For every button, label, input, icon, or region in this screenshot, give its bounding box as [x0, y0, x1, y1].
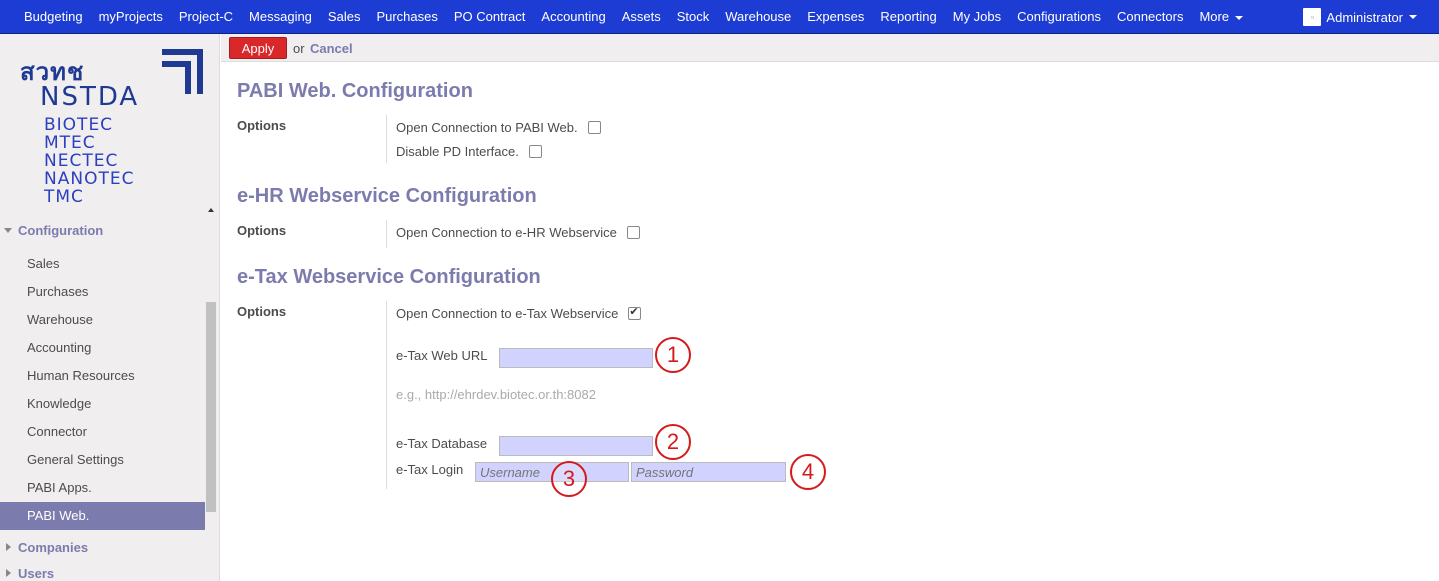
- caret-right-icon: [6, 569, 11, 577]
- topmenu-reporting[interactable]: Reporting: [872, 0, 944, 34]
- topmenu-purchases[interactable]: Purchases: [368, 0, 445, 34]
- logo-name: NSTDA: [40, 82, 140, 112]
- etax-section-title: e-Tax Webservice Configuration: [237, 266, 541, 288]
- topmenu-expenses[interactable]: Expenses: [799, 0, 872, 34]
- cancel-link[interactable]: Cancel: [310, 41, 353, 56]
- topmenu-myprojects[interactable]: myProjects: [91, 0, 171, 34]
- pabi-open-connection-label: Open Connection to PABI Web.: [396, 120, 578, 135]
- etax-open-connection-label: Open Connection to e-Tax Webservice: [396, 306, 619, 321]
- sidebar-section-users[interactable]: Users: [0, 566, 205, 581]
- etax-database-input[interactable]: [499, 436, 653, 456]
- company-logo: สวทช NSTDA BIOTEC MTEC NECTEC NANOTEC TM…: [18, 46, 203, 206]
- pabi-open-connection-checkbox[interactable]: [587, 121, 601, 134]
- topmenu-more-label: More: [1199, 9, 1230, 24]
- sidebar-item-pabi-apps[interactable]: PABI Apps.: [0, 474, 205, 502]
- sidebar-item-accounting[interactable]: Accounting: [0, 334, 205, 362]
- topmenu-connectors[interactable]: Connectors: [1109, 0, 1191, 34]
- etax-url-hint: e.g., http://ehrdev.biotec.or.th:8082: [396, 387, 596, 402]
- sidebar-item-connector[interactable]: Connector: [0, 418, 205, 446]
- sidebar-item-warehouse[interactable]: Warehouse: [0, 306, 205, 334]
- avatar: ▫: [1303, 8, 1322, 26]
- topmenu-accounting[interactable]: Accounting: [533, 0, 613, 34]
- sidebar-section-label: Users: [18, 566, 55, 581]
- pabi-divider: [386, 115, 387, 163]
- topmenu-my-jobs[interactable]: My Jobs: [945, 0, 1009, 34]
- etax-url-label: e-Tax Web URL: [396, 348, 488, 363]
- etax-options-label: Options: [237, 304, 287, 319]
- etax-divider: [386, 301, 387, 489]
- logo-sub-biotec: BIOTEC: [44, 115, 114, 135]
- ehr-option-open-connection: Open Connection to e-HR Webservice: [396, 225, 640, 240]
- sidebar-item-knowledge[interactable]: Knowledge: [0, 390, 205, 418]
- etax-password-input[interactable]: [631, 462, 786, 482]
- logo-subsidiaries: BIOTEC MTEC NECTEC NANOTEC TMC: [44, 116, 134, 206]
- form-toolbar: Apply or Cancel: [221, 34, 1439, 62]
- annotation-marker-3: 3: [551, 461, 587, 497]
- etax-open-connection-checkbox[interactable]: [628, 305, 642, 320]
- sidebar-item-pabi-web[interactable]: PABI Web.: [0, 502, 205, 530]
- etax-database-label: e-Tax Database: [396, 436, 488, 451]
- user-menu[interactable]: ▫ Administrator: [1303, 0, 1417, 34]
- sidebar: สวทช NSTDA BIOTEC MTEC NECTEC NANOTEC TM…: [0, 34, 220, 581]
- chevron-down-icon: [1235, 15, 1244, 20]
- logo-sub-nectec: NECTEC: [44, 151, 119, 171]
- sidebar-nav-list: Sales Purchases Warehouse Accounting Hum…: [0, 250, 205, 530]
- etax-login-label: e-Tax Login: [396, 462, 464, 477]
- topmenu-warehouse[interactable]: Warehouse: [717, 0, 799, 34]
- sidebar-section-label: Companies: [18, 540, 89, 555]
- main-content: Apply or Cancel PABI Web. Configuration …: [221, 34, 1439, 581]
- or-text: or: [293, 41, 305, 56]
- caret-down-icon: [4, 228, 12, 233]
- sidebar-section-label: Configuration: [18, 223, 104, 238]
- topmenu-sales[interactable]: Sales: [320, 0, 369, 34]
- logo-sub-mtec: MTEC: [44, 133, 96, 153]
- sidebar-item-human-resources[interactable]: Human Resources: [0, 362, 205, 390]
- annotation-marker-1: 1: [655, 337, 691, 373]
- sidebar-item-sales[interactable]: Sales: [0, 250, 205, 278]
- ehr-divider: [386, 220, 387, 248]
- topmenu-budgeting[interactable]: Budgeting: [16, 0, 91, 34]
- ehr-open-connection-label: Open Connection to e-HR Webservice: [396, 225, 617, 240]
- topmenu-configurations[interactable]: Configurations: [1009, 0, 1109, 34]
- apply-button[interactable]: Apply: [229, 37, 287, 59]
- top-menu: Budgeting myProjects Project-C Messaging…: [16, 0, 1251, 34]
- pabi-option-disable-pd: Disable PD Interface.: [396, 144, 542, 159]
- logo-mark-icon: [162, 49, 203, 94]
- sidebar-item-purchases[interactable]: Purchases: [0, 278, 205, 306]
- sidebar-section-configuration[interactable]: Configuration: [0, 223, 205, 238]
- etax-url-input[interactable]: [499, 348, 653, 368]
- annotation-marker-2: 2: [655, 424, 691, 460]
- logo-sub-nanotec: NANOTEC: [44, 169, 135, 189]
- topmenu-po-contract[interactable]: PO Contract: [446, 0, 534, 34]
- sidebar-section-companies[interactable]: Companies: [0, 540, 205, 555]
- ehr-section-title: e-HR Webservice Configuration: [237, 185, 537, 207]
- ehr-options-label: Options: [237, 223, 287, 238]
- etax-option-open-connection: Open Connection to e-Tax Webservice: [396, 305, 642, 321]
- topmenu-project-c[interactable]: Project-C: [171, 0, 241, 34]
- pabi-section-title: PABI Web. Configuration: [237, 80, 473, 102]
- pabi-disable-pd-label: Disable PD Interface.: [396, 144, 519, 159]
- scroll-up-icon[interactable]: [208, 208, 214, 212]
- caret-right-icon: [6, 543, 11, 551]
- user-name: Administrator: [1326, 9, 1403, 25]
- logo-sub-tmc: TMC: [44, 187, 84, 207]
- top-navbar: Budgeting myProjects Project-C Messaging…: [0, 0, 1439, 34]
- sidebar-scrollbar[interactable]: [206, 302, 216, 512]
- chevron-down-icon: [1409, 15, 1417, 19]
- sidebar-item-general-settings[interactable]: General Settings: [0, 446, 205, 474]
- topmenu-messaging[interactable]: Messaging: [241, 0, 320, 34]
- pabi-options-label: Options: [237, 118, 287, 133]
- topmenu-more[interactable]: More: [1191, 0, 1251, 34]
- ehr-open-connection-checkbox[interactable]: [626, 226, 640, 239]
- topmenu-stock[interactable]: Stock: [669, 0, 718, 34]
- pabi-disable-pd-checkbox[interactable]: [528, 145, 542, 158]
- topmenu-assets[interactable]: Assets: [614, 0, 669, 34]
- annotation-marker-4: 4: [790, 454, 826, 490]
- pabi-option-open-connection: Open Connection to PABI Web.: [396, 120, 601, 135]
